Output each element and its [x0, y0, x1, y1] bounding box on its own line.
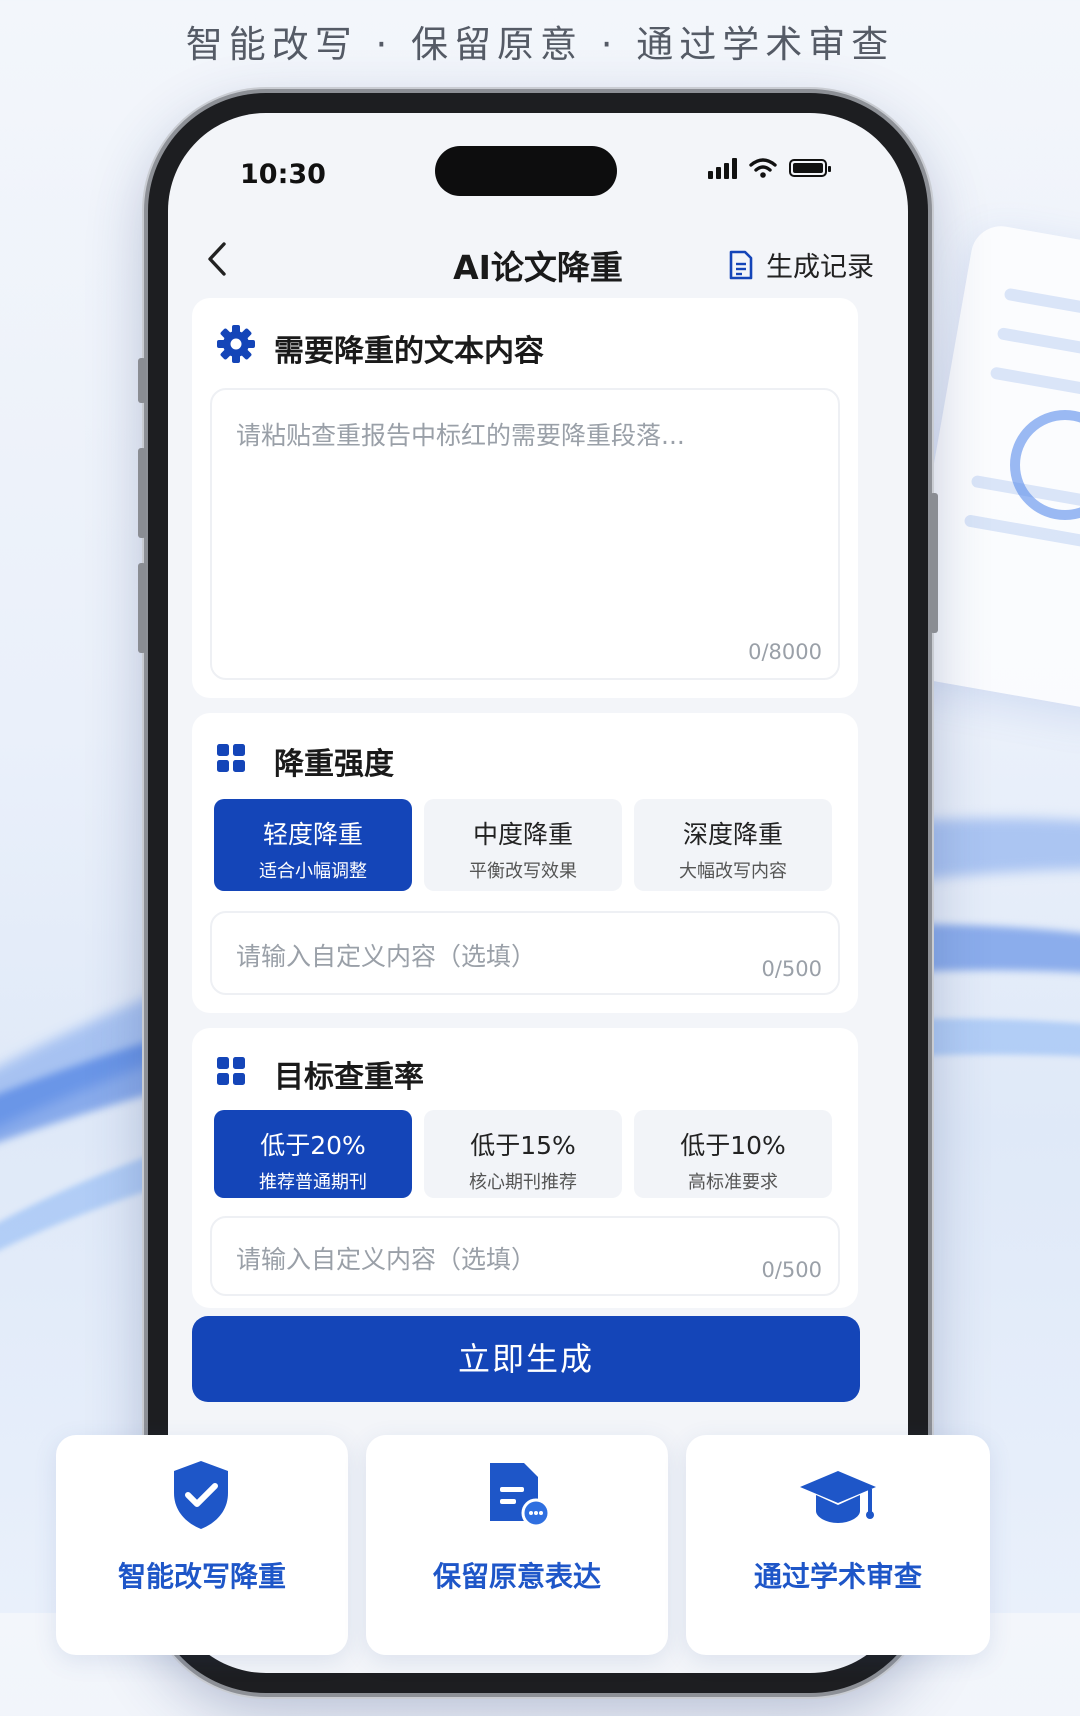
intensity-option-light[interactable]: 轻度降重 适合小幅调整	[214, 799, 412, 891]
intensity-card: 降重强度 轻度降重 适合小幅调整 中度降重 平衡改写效果 深度降重 大幅改写内容…	[192, 713, 858, 1013]
intensity-custom-input[interactable]: 请输入自定义内容（选填） 0/500	[210, 911, 840, 995]
grid-icon	[217, 1057, 245, 1085]
target-rate-card: 目标查重率 低于20% 推荐普通期刊 低于15% 核心期刊推荐 低于10% 高标…	[192, 1028, 858, 1308]
shield-check-icon	[174, 1461, 228, 1529]
grid-icon	[217, 744, 245, 772]
target-custom-counter: 0/500	[761, 1258, 822, 1282]
target-option-10[interactable]: 低于10% 高标准要求	[634, 1110, 832, 1198]
text-content-input[interactable]: 请粘贴查重报告中标红的需要降重段落... 0/8000	[210, 388, 840, 680]
history-label: 生成记录	[766, 252, 874, 283]
feature-label: 通过学术审查	[753, 1560, 922, 1593]
document-chat-icon	[490, 1463, 551, 1528]
text-content-counter: 0/8000	[748, 640, 822, 664]
dynamic-island	[435, 146, 617, 196]
promo-banner-text: 智能改写 · 保留原意 · 通过学术审查	[185, 23, 895, 66]
cellular-signal-icon	[708, 157, 737, 179]
text-input-card: 需要降重的文本内容 请粘贴查重报告中标红的需要降重段落... 0/8000	[192, 298, 858, 698]
target-option-20[interactable]: 低于20% 推荐普通期刊	[214, 1110, 412, 1198]
target-option-15[interactable]: 低于15% 核心期刊推荐	[424, 1110, 622, 1198]
status-bar: 10:30	[168, 146, 908, 203]
intensity-option-deep[interactable]: 深度降重 大幅改写内容	[634, 799, 832, 891]
gear-icon	[217, 325, 255, 363]
feature-label: 智能改写降重	[117, 1560, 286, 1593]
generate-button[interactable]: 立即生成	[192, 1316, 860, 1402]
intensity-option-medium[interactable]: 中度降重 平衡改写效果	[424, 799, 622, 891]
text-section-title: 需要降重的文本内容	[274, 334, 544, 369]
feature-card-review: 通过学术审查	[686, 1435, 990, 1655]
target-section-title: 目标查重率	[274, 1060, 424, 1095]
status-time: 10:30	[240, 159, 326, 190]
intensity-section-title: 降重强度	[274, 747, 394, 782]
feature-card-preserve: 保留原意表达	[366, 1435, 668, 1655]
target-custom-placeholder: 请输入自定义内容（选填）	[236, 1245, 537, 1274]
graduation-cap-icon	[800, 1471, 876, 1523]
text-content-placeholder: 请粘贴查重报告中标红的需要降重段落...	[236, 421, 685, 450]
intensity-custom-counter: 0/500	[761, 957, 822, 981]
document-list-icon	[729, 250, 753, 279]
intensity-custom-placeholder: 请输入自定义内容（选填）	[236, 942, 537, 971]
battery-icon	[789, 159, 831, 177]
wifi-icon	[749, 158, 777, 178]
feature-label: 保留原意表达	[432, 1560, 601, 1593]
history-button[interactable]: 生成记录	[728, 245, 874, 284]
feature-card-rewrite: 智能改写降重	[56, 1435, 348, 1655]
navigation-bar: AI论文降重 生成记录	[168, 233, 908, 293]
target-custom-input[interactable]: 请输入自定义内容（选填） 0/500	[210, 1216, 840, 1296]
